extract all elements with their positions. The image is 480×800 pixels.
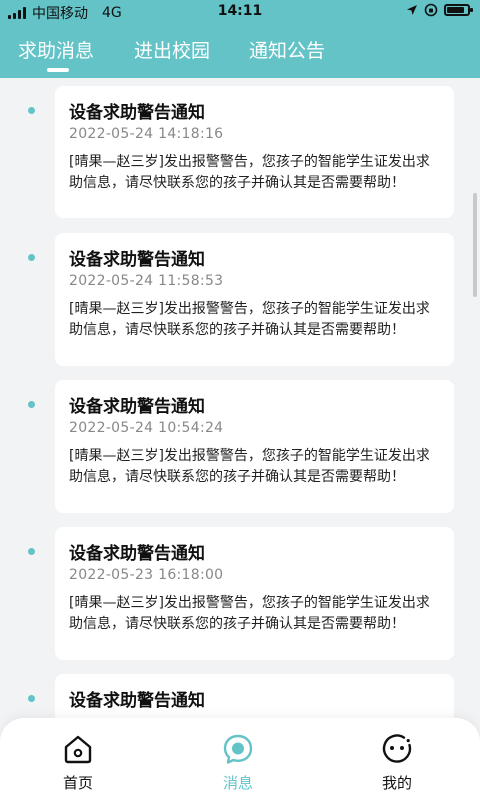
message-body: [晴果—赵三岁]发出报警警告，您孩子的智能学生证发出求助信息，请尽快联系您的孩子… [69,595,430,632]
nav-home[interactable]: 首页 [38,732,118,793]
message-icon [223,734,253,764]
top-tab-bar: 求助消息 进出校园 通知公告 [0,24,480,78]
message-time: 2022-05-23 16:18:00 [69,567,224,583]
tab-help-messages[interactable]: 求助消息 [18,36,94,63]
message-body: [晴果—赵三岁]发出报警警告，您孩子的智能学生证发出求助信息，请尽快联系您的孩子… [69,301,430,338]
nav-profile-label: 我的 [381,774,412,792]
message-title: 设备求助警告通知 [69,103,205,123]
message-title: 设备求助警告通知 [69,691,205,711]
timeline-dot [28,548,35,555]
battery-icon [444,4,473,16]
nav-messages[interactable]: 消息 [198,732,278,793]
timeline-dot [28,401,35,408]
location-icon [407,5,417,15]
message-list[interactable]: 设备求助警告通知 2022-05-24 14:18:16 [晴果—赵三岁]发出报… [0,78,480,800]
timeline-dot [28,107,35,114]
message-card[interactable]: 设备求助警告通知 2022-05-24 14:18:16 [晴果—赵三岁]发出报… [28,86,454,218]
bottom-nav: 首页 消息 我的 [0,718,480,800]
tab-campus-access[interactable]: 进出校园 [134,36,210,63]
scrollbar[interactable] [473,193,477,297]
home-icon [64,735,92,764]
nav-messages-label: 消息 [222,774,253,792]
message-card[interactable]: 设备求助警告通知 2022-05-24 11:58:53 [晴果—赵三岁]发出报… [28,233,454,366]
message-title: 设备求助警告通知 [69,544,205,564]
tab-notices[interactable]: 通知公告 [249,36,325,63]
message-body: [晴果—赵三岁]发出报警警告，您孩子的智能学生证发出求助信息，请尽快联系您的孩子… [69,448,430,485]
message-time: 2022-05-24 14:18:16 [69,126,224,142]
message-time: 2022-05-24 11:58:53 [69,273,224,289]
message-body: [晴果—赵三岁]发出报警警告，您孩子的智能学生证发出求助信息，请尽快联系您的孩子… [69,154,430,191]
message-card[interactable]: 设备求助警告通知 2022-05-24 10:54:24 [晴果—赵三岁]发出报… [28,380,454,513]
timeline-dot [28,695,35,702]
active-tab-indicator [47,68,69,72]
nav-profile[interactable]: 我的 [357,732,437,793]
status-right [406,3,473,17]
timeline-dot [28,254,35,261]
orientation-lock-icon [424,3,438,17]
message-title: 设备求助警告通知 [69,397,205,417]
message-title: 设备求助警告通知 [69,250,205,270]
profile-icon [382,734,412,763]
message-time: 2022-05-24 10:54:24 [69,420,224,436]
nav-home-label: 首页 [62,774,93,792]
message-card[interactable]: 设备求助警告通知 2022-05-23 16:18:00 [晴果—赵三岁]发出报… [28,527,454,660]
status-bar: 中国移动 4G 14:11 [0,0,480,24]
